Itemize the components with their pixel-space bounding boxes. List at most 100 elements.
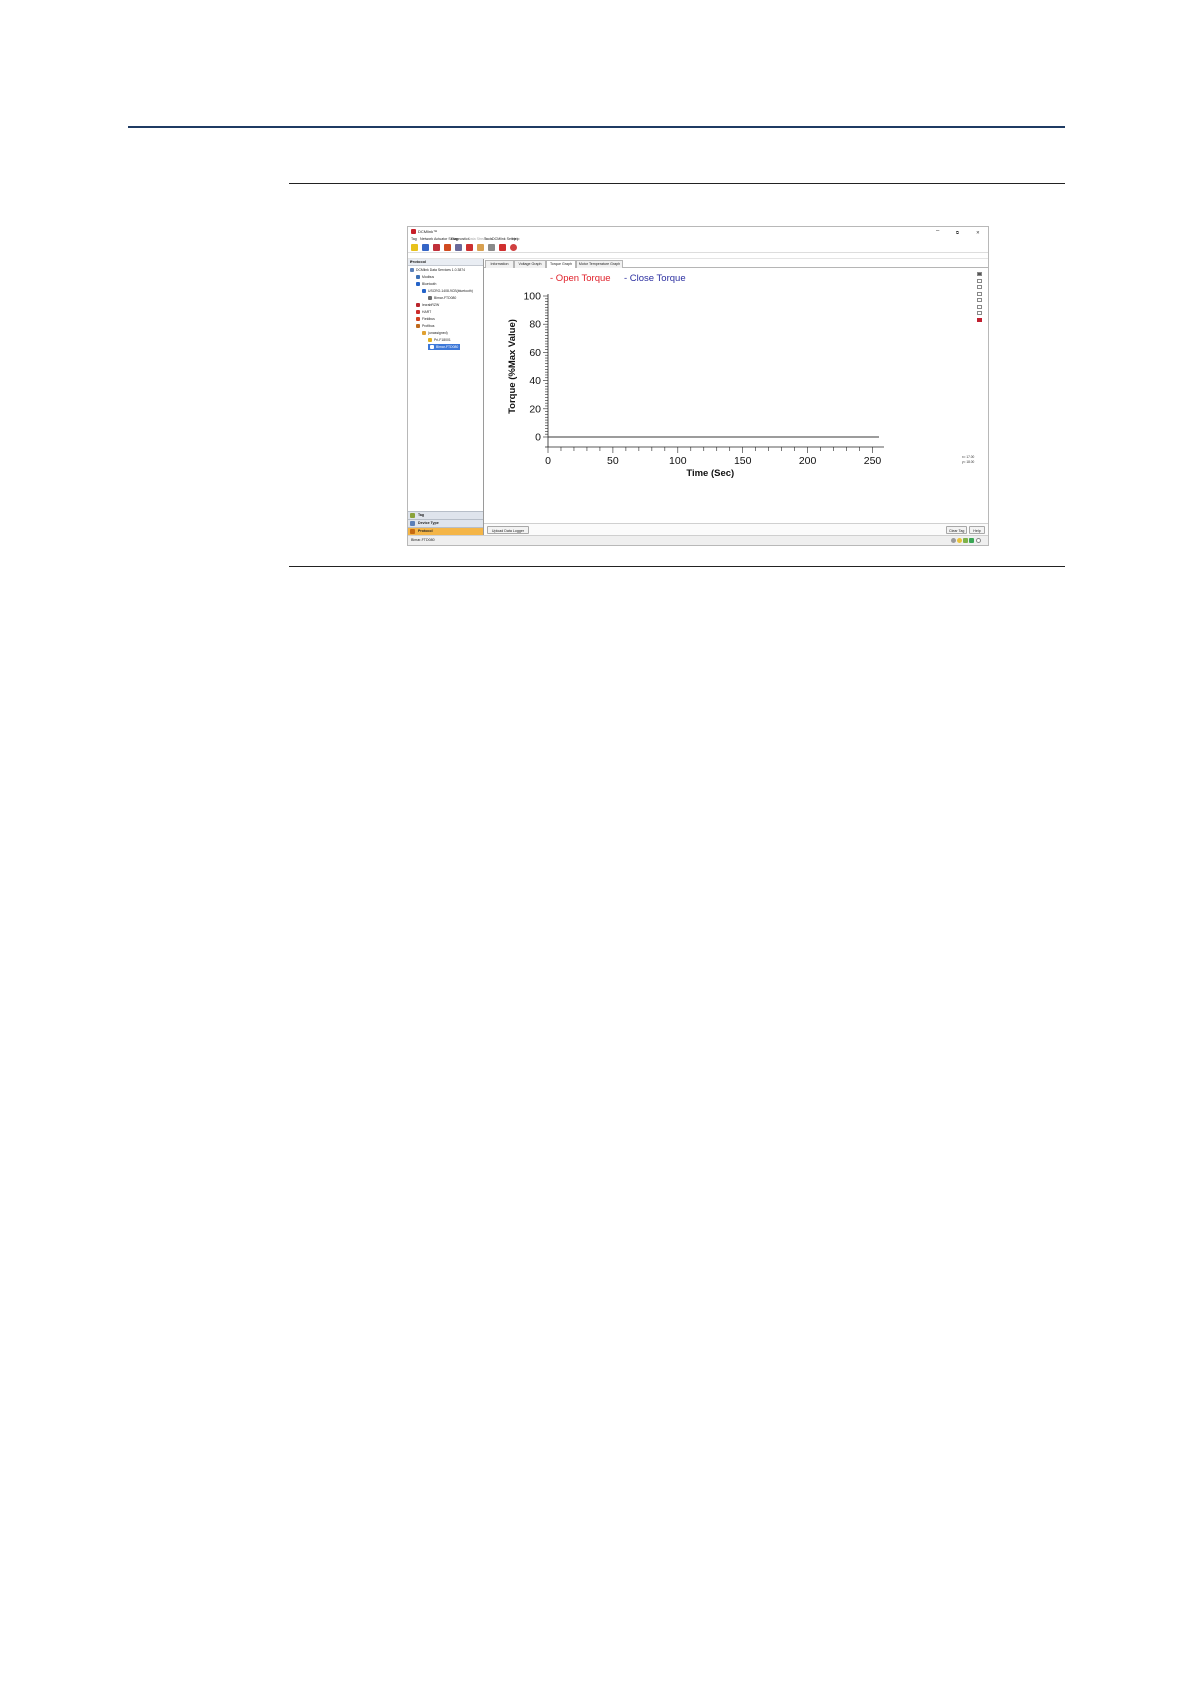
- tree-node[interactable]: Bimar-FTD080: [428, 295, 456, 301]
- nav-device-type[interactable]: Device Type: [408, 519, 483, 527]
- draw-icon[interactable]: [977, 278, 982, 283]
- tree-node[interactable]: IecrabRZW: [416, 302, 439, 308]
- tree-node-label: (unassigned): [428, 331, 448, 335]
- tab-motor-temperature-graph[interactable]: Motor Temperature Graph: [576, 260, 623, 268]
- x-axis-label: Time (Sec): [686, 468, 734, 479]
- pen-icon[interactable]: [444, 244, 451, 251]
- app-window: DCMlink™ – ⧉ ✕ Tag Network Actuator Setup D…: [407, 226, 989, 546]
- folder-icon: [422, 331, 426, 336]
- tree-node-label: Bimar-FTD080: [436, 345, 459, 349]
- connect-icon[interactable]: [411, 244, 418, 251]
- tab-voltage-graph[interactable]: Voltage Graph: [514, 260, 546, 268]
- device-type-icon: [410, 521, 415, 526]
- tree-node[interactable]: Fieldbus: [416, 316, 435, 322]
- actuator-node-icon: [428, 338, 432, 343]
- zoom-in-icon[interactable]: [977, 291, 982, 296]
- clear-tag-button[interactable]: Clear Tag: [946, 526, 967, 534]
- grid-icon[interactable]: [977, 272, 982, 276]
- tree-node-label: Modbus: [422, 275, 435, 279]
- run-icon[interactable]: [499, 244, 506, 251]
- tab-strip: Information Voltage Graph Torque Graph Moto…: [484, 259, 988, 269]
- x-tick-label: 200: [799, 455, 817, 467]
- tree-node-label: HART: [422, 310, 432, 314]
- x-tick-label: 250: [864, 455, 882, 467]
- pane-close-icon[interactable]: ×: [410, 259, 481, 265]
- actuator-icon[interactable]: [433, 244, 440, 251]
- y-tick-label: 60: [529, 347, 541, 359]
- zoom-fit-icon[interactable]: [977, 304, 982, 309]
- y-tick-label: 20: [529, 403, 541, 415]
- tree-node[interactable]: Pri-F18001: [428, 337, 451, 343]
- status-device-text: Bimar-FTD080: [411, 538, 435, 542]
- protocol-pane: Protocol × DCMlink Data Services 1.0.387…: [408, 259, 484, 535]
- figure-top-rule: [289, 183, 1065, 184]
- chart-axes: 0 20 40 60 80 100 0 50 100 150 200 250 Time (Sec) Tor…: [507, 291, 884, 479]
- upload-data-logger-button[interactable]: Upload Data Logger: [487, 526, 529, 534]
- tree-node-label: Pri-F18001: [434, 338, 451, 342]
- help-button[interactable]: Help: [969, 526, 985, 534]
- nav-protocol[interactable]: Protocol: [408, 527, 483, 535]
- report-icon[interactable]: [455, 244, 462, 251]
- profibus-icon: [416, 324, 420, 329]
- tree-node-label: Bimar-FTD080: [434, 296, 457, 300]
- close-button[interactable]: ✕: [976, 229, 980, 236]
- iec-icon: [416, 303, 420, 308]
- zoom-out-icon[interactable]: [977, 298, 982, 302]
- nav-label: Device Type: [418, 521, 439, 525]
- status-ok-icon: [969, 538, 974, 543]
- search-icon[interactable]: [477, 244, 484, 251]
- tree-node[interactable]: USCRO-1408-9CB(bluetooth): [422, 288, 473, 294]
- window-title: DCMlink™: [418, 229, 438, 234]
- y-axis-label: Torque (%Max Value): [507, 319, 518, 414]
- toolbar: [408, 242, 988, 253]
- network-icon: [410, 268, 414, 273]
- tree-node[interactable]: Bimar-FTD080: [428, 344, 461, 350]
- tree-node-label: USCRO-1408-9CB(bluetooth): [428, 289, 473, 293]
- color-icon[interactable]: [977, 317, 982, 322]
- tree-node[interactable]: HART: [416, 309, 431, 315]
- chat-icon[interactable]: [488, 244, 495, 251]
- tab-information[interactable]: Information: [485, 260, 514, 268]
- tree-node[interactable]: (unassigned): [422, 330, 448, 336]
- nav-label: Tag: [418, 513, 425, 517]
- status-info-icon: [951, 538, 956, 543]
- legend-entry-open-torque: - Open Torque: [550, 273, 611, 284]
- nav-tag[interactable]: Tag: [408, 511, 483, 519]
- legend-entry-close-torque: - Close Torque: [624, 273, 686, 284]
- status-warning-icon: [957, 538, 962, 543]
- minimize-button[interactable]: –: [936, 228, 939, 235]
- dots-icon[interactable]: [977, 311, 982, 315]
- figure-bottom-rule: [289, 566, 1065, 567]
- chart-icon[interactable]: [977, 285, 982, 289]
- graph-tool-column: [976, 272, 984, 326]
- stop-icon[interactable]: [510, 244, 517, 251]
- tree-node-label: Profibus: [422, 324, 435, 328]
- device-icon: [428, 296, 432, 301]
- modbus-icon: [416, 275, 420, 280]
- protocol-icon: [410, 529, 415, 534]
- x-tick-label: 0: [545, 455, 551, 467]
- restore-button[interactable]: ⧉: [956, 229, 959, 236]
- user-icon[interactable]: [466, 244, 473, 251]
- nav-label: Protocol: [418, 529, 433, 533]
- protocol-pane-header: Protocol ×: [408, 259, 483, 266]
- tag-icon: [410, 513, 415, 518]
- tree-node[interactable]: Profibus: [416, 323, 434, 329]
- x-tick-label: 50: [607, 455, 619, 467]
- app-logo-icon: [411, 229, 416, 234]
- tree-node[interactable]: DCMlink Data Services 1.0.3874: [410, 267, 465, 273]
- bluetooth-icon: [416, 282, 420, 287]
- tree-node[interactable]: Bluetooth: [416, 281, 436, 287]
- save-icon[interactable]: [422, 244, 429, 251]
- torque-graph-panel: - Open Torque - Close Torque 0 20 40 60 80 100…: [484, 268, 988, 522]
- chart-legend: - Open Torque - Close Torque: [550, 273, 686, 284]
- x-tick-label: 150: [734, 455, 752, 467]
- fieldbus-icon: [416, 317, 420, 322]
- x-tick-label: 100: [669, 455, 687, 467]
- title-bar: DCMlink™ – ⧉ ✕: [408, 227, 988, 236]
- status-bar: Bimar-FTD080: [408, 535, 988, 545]
- y-tick-label: 0: [535, 432, 541, 444]
- tree-node[interactable]: Modbus: [416, 274, 434, 280]
- cursor-x-readout: x= 17.00: [962, 455, 975, 459]
- y-tick-label: 40: [529, 375, 541, 387]
